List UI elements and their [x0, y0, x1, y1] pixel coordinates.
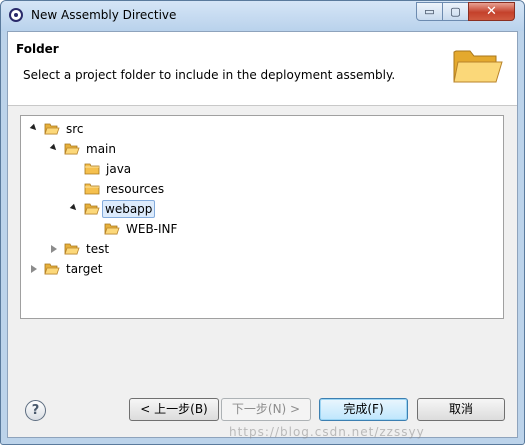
maximize-button[interactable]: ▢: [442, 2, 469, 21]
finish-button[interactable]: 完成(F): [319, 398, 408, 421]
collapse-arrow-icon[interactable]: [51, 245, 57, 253]
folder-open-icon: [64, 243, 80, 255]
cancel-button-label: 取消: [448, 402, 473, 416]
tree-node-label: WEB-INF: [126, 222, 178, 236]
tree-node-label: target: [66, 262, 103, 276]
tree-node-label: src: [66, 122, 84, 136]
tree-node-label: resources: [106, 182, 165, 196]
tree-node-label: test: [86, 242, 110, 256]
header-title: Folder: [16, 42, 59, 56]
minimize-button[interactable]: ▭: [416, 2, 443, 21]
tree-node-label: java: [106, 162, 132, 176]
folder-icon: [84, 163, 100, 175]
title-bar[interactable]: New Assembly Directive ▭ ▢ ✕: [1, 1, 524, 31]
wizard-header: Folder Select a project folder to includ…: [8, 32, 517, 106]
finish-button-label: 完成(F): [343, 402, 384, 416]
expand-arrow-icon[interactable]: [29, 123, 39, 133]
folder-open-icon: [64, 143, 80, 155]
expand-arrow-icon[interactable]: [49, 143, 59, 153]
folder-tree[interactable]: src main java resources webapp WEB-INF t…: [20, 115, 504, 319]
folder-open-icon: [44, 123, 60, 135]
folder-open-icon: [84, 203, 100, 215]
back-button[interactable]: < 上一步(B): [129, 398, 219, 421]
close-icon: ✕: [486, 4, 497, 19]
help-icon: ?: [31, 403, 40, 418]
window-title: New Assembly Directive: [31, 8, 177, 22]
next-button[interactable]: 下一步(N) >: [221, 398, 311, 421]
folder-open-icon: [44, 263, 60, 275]
dialog-window: New Assembly Directive ▭ ▢ ✕ Folder Sele…: [0, 0, 525, 445]
folder-open-icon: [104, 223, 120, 235]
folder-open-icon: [453, 50, 503, 83]
tree-node-label: webapp: [102, 200, 156, 218]
expand-arrow-icon[interactable]: [69, 203, 79, 213]
close-button[interactable]: ✕: [468, 2, 515, 21]
header-description: Select a project folder to include in th…: [23, 68, 396, 82]
watermark-text: https://blog.csdn.net/zzssyy: [229, 425, 425, 439]
collapse-arrow-icon[interactable]: [31, 265, 37, 273]
dialog-content: Folder Select a project folder to includ…: [7, 31, 518, 438]
minimize-icon: ▭: [424, 5, 435, 18]
eclipse-icon: [9, 8, 23, 22]
back-button-label: < 上一步(B): [140, 402, 208, 416]
maximize-icon: ▢: [450, 5, 461, 18]
help-button[interactable]: ?: [25, 400, 46, 421]
folder-icon: [84, 183, 100, 195]
tree-node-label: main: [86, 142, 116, 156]
cancel-button[interactable]: 取消: [417, 398, 505, 421]
next-button-label: 下一步(N) >: [231, 402, 301, 416]
